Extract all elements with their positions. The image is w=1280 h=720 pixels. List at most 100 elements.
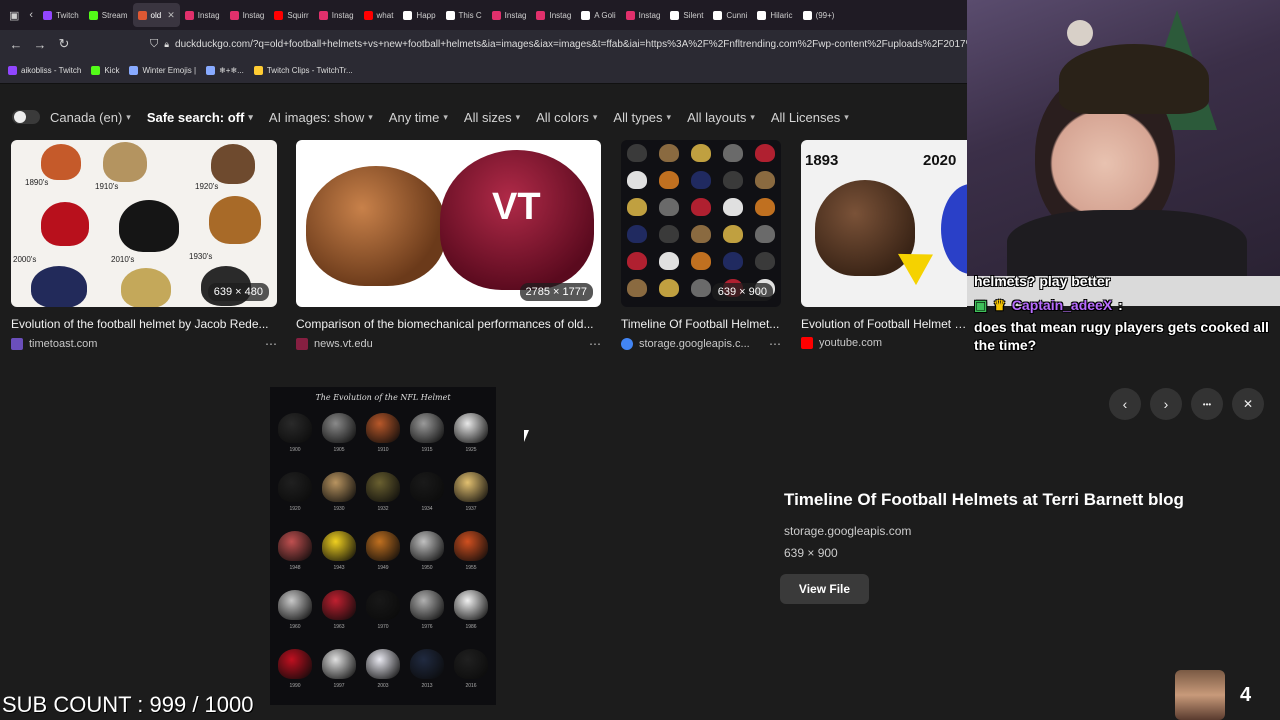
chat-username: ▣ ♛ Captain_adeeX : [974,296,1274,314]
browser-tab[interactable]: Squirr [269,3,313,27]
lock-icon[interactable]: 🔒︎ [164,39,169,50]
browser-tab[interactable]: Stream [84,3,133,27]
previous-image-button[interactable]: ‹ [1109,388,1141,420]
browser-tab[interactable]: what [359,3,399,27]
view-file-button[interactable]: View File [780,574,869,604]
bookmark-item[interactable]: Kick [91,66,119,75]
helmet-icon [723,144,743,162]
image-result[interactable]: 639 × 900 Timeline Of Football Helmet...… [621,140,781,351]
tab-label: (99+) [815,10,835,20]
bookmark-label: Twitch Clips - TwitchTr... [266,66,353,75]
helmet-icon [454,649,488,679]
tab-label: Instag [331,10,354,20]
browser-tab[interactable]: This C [441,3,487,27]
helmet-icon [659,144,679,162]
browser-tab[interactable]: Instag [621,3,666,27]
browser-tab[interactable]: A Goli [576,3,620,27]
bookmark-item[interactable]: ❄+❄... [206,66,244,75]
result-source[interactable]: timetoast.com ⋯ [11,337,277,351]
more-options-icon[interactable]: ⋯ [265,337,277,351]
tab-scroll-left[interactable]: ‹ [24,3,38,27]
next-image-button[interactable]: › [1150,388,1182,420]
time-dropdown[interactable]: Any time ▾ [389,110,448,125]
source-domain: storage.googleapis.c... [639,338,750,350]
result-title[interactable]: Evolution of Football Helmet 1893 - 2020… [801,317,967,331]
address-bar[interactable]: ⛉ 🔒︎ duckduckgo.com/?q=old+football+helm… [150,34,970,54]
reload-icon[interactable]: ↻ [52,36,76,52]
tab-list-button[interactable]: ▣ [4,3,24,27]
helmet-icon [410,472,444,502]
image-dimensions: 2785 × 1777 [519,283,593,301]
result-title[interactable]: Timeline Of Football Helmet... [621,317,781,331]
browser-tab[interactable]: Instag [487,3,532,27]
sizes-dropdown[interactable]: All sizes ▾ [464,110,520,125]
browser-tab[interactable]: Instag [531,3,576,27]
tab-label: Happ [416,10,436,20]
tab-label: Instag [549,10,572,20]
image-result[interactable]: VT 2785 × 1777 Comparison of the biomech… [296,140,601,351]
result-thumbnail[interactable]: 1890's 1910's 1920's 2000's 2010's 1930'… [11,140,277,307]
close-preview-button[interactable]: ✕ [1232,388,1264,420]
safe-search-dropdown[interactable]: Safe search: off ▾ [147,110,253,125]
browser-tab[interactable]: Instag [180,3,225,27]
browser-tab[interactable]: Instag [225,3,270,27]
browser-tab[interactable]: Silent [665,3,708,27]
bookmark-item[interactable]: aikobliss - Twitch [8,66,81,75]
bookmark-favicon [8,66,17,75]
result-thumbnail[interactable]: VT 2785 × 1777 [296,140,601,307]
result-thumbnail[interactable]: 639 × 900 [621,140,781,307]
layouts-dropdown[interactable]: All layouts ▾ [687,110,755,125]
browser-tab[interactable]: Twitch [38,3,84,27]
era-label: 1910's [95,182,119,191]
result-source[interactable]: youtube.com [801,337,967,349]
preview-title[interactable]: Timeline Of Football Helmets at Terri Ba… [784,490,1184,510]
year-label: 2020 [923,152,957,169]
helmet-year: 1986 [465,624,477,630]
forward-icon[interactable]: → [28,37,52,52]
browser-tab[interactable]: Cunni [708,3,752,27]
types-dropdown[interactable]: All types ▾ [613,110,671,125]
back-icon[interactable]: ← [4,37,28,52]
image-result[interactable]: 1890's 1910's 1920's 2000's 2010's 1930'… [11,140,277,351]
browser-tab[interactable]: (99+) [798,3,840,27]
helmet-icon [691,171,711,189]
helmet-icon [755,252,775,270]
streamer-body [1007,210,1247,276]
close-tab-icon[interactable]: ✕ [167,10,175,21]
image-result[interactable]: 1893 2020 Evolution of Football Helmet 1… [801,140,967,349]
more-options-icon[interactable]: ⋯ [769,337,781,351]
region-label: Canada (en) [50,109,123,125]
helmet-year: 1900 [289,447,301,453]
browser-tab[interactable]: Instag [314,3,359,27]
helmet-year: 1949 [377,565,389,571]
result-title[interactable]: Comparison of the biomechanical performa… [296,317,601,331]
more-options-button[interactable]: ••• [1191,388,1223,420]
browser-tab[interactable]: old ✕ [132,3,180,27]
licenses-dropdown[interactable]: All Licenses ▾ [771,110,849,125]
layouts-label: All layouts [687,109,747,125]
vt-logo: VT [492,186,541,228]
tab-favicon [536,10,546,20]
helmet-icon [454,590,488,620]
result-source[interactable]: news.vt.edu ⋯ [296,337,601,351]
helmet-icon [659,225,679,243]
more-options-icon[interactable]: ⋯ [589,337,601,351]
helmet-icon [366,531,400,561]
bookmark-item[interactable]: Twitch Clips - TwitchTr... [253,66,353,75]
browser-tab[interactable]: Hilaric [752,3,797,27]
result-source[interactable]: storage.googleapis.c... ⋯ [621,337,781,351]
result-thumbnail[interactable]: 1893 2020 [801,140,967,307]
balloons [1067,20,1093,46]
region-dropdown[interactable]: Canada (en) ▾ [50,110,131,125]
bookmark-item[interactable]: Winter Emojis | [129,66,196,75]
result-title[interactable]: Evolution of the football helmet by Jaco… [11,317,277,331]
preview-image[interactable]: The Evolution of the NFL Helmet 1900 1905… [270,387,496,705]
browser-tab[interactable]: Happ [398,3,440,27]
helmet-year: 1937 [465,506,477,512]
colors-dropdown[interactable]: All colors ▾ [536,110,597,125]
ai-images-dropdown[interactable]: AI images: show ▾ [269,110,373,125]
helmet-icon [278,531,312,561]
region-toggle[interactable] [12,110,40,124]
preview-source[interactable]: storage.googleapis.com [784,524,911,538]
shield-icon[interactable]: ⛉ [150,38,158,51]
